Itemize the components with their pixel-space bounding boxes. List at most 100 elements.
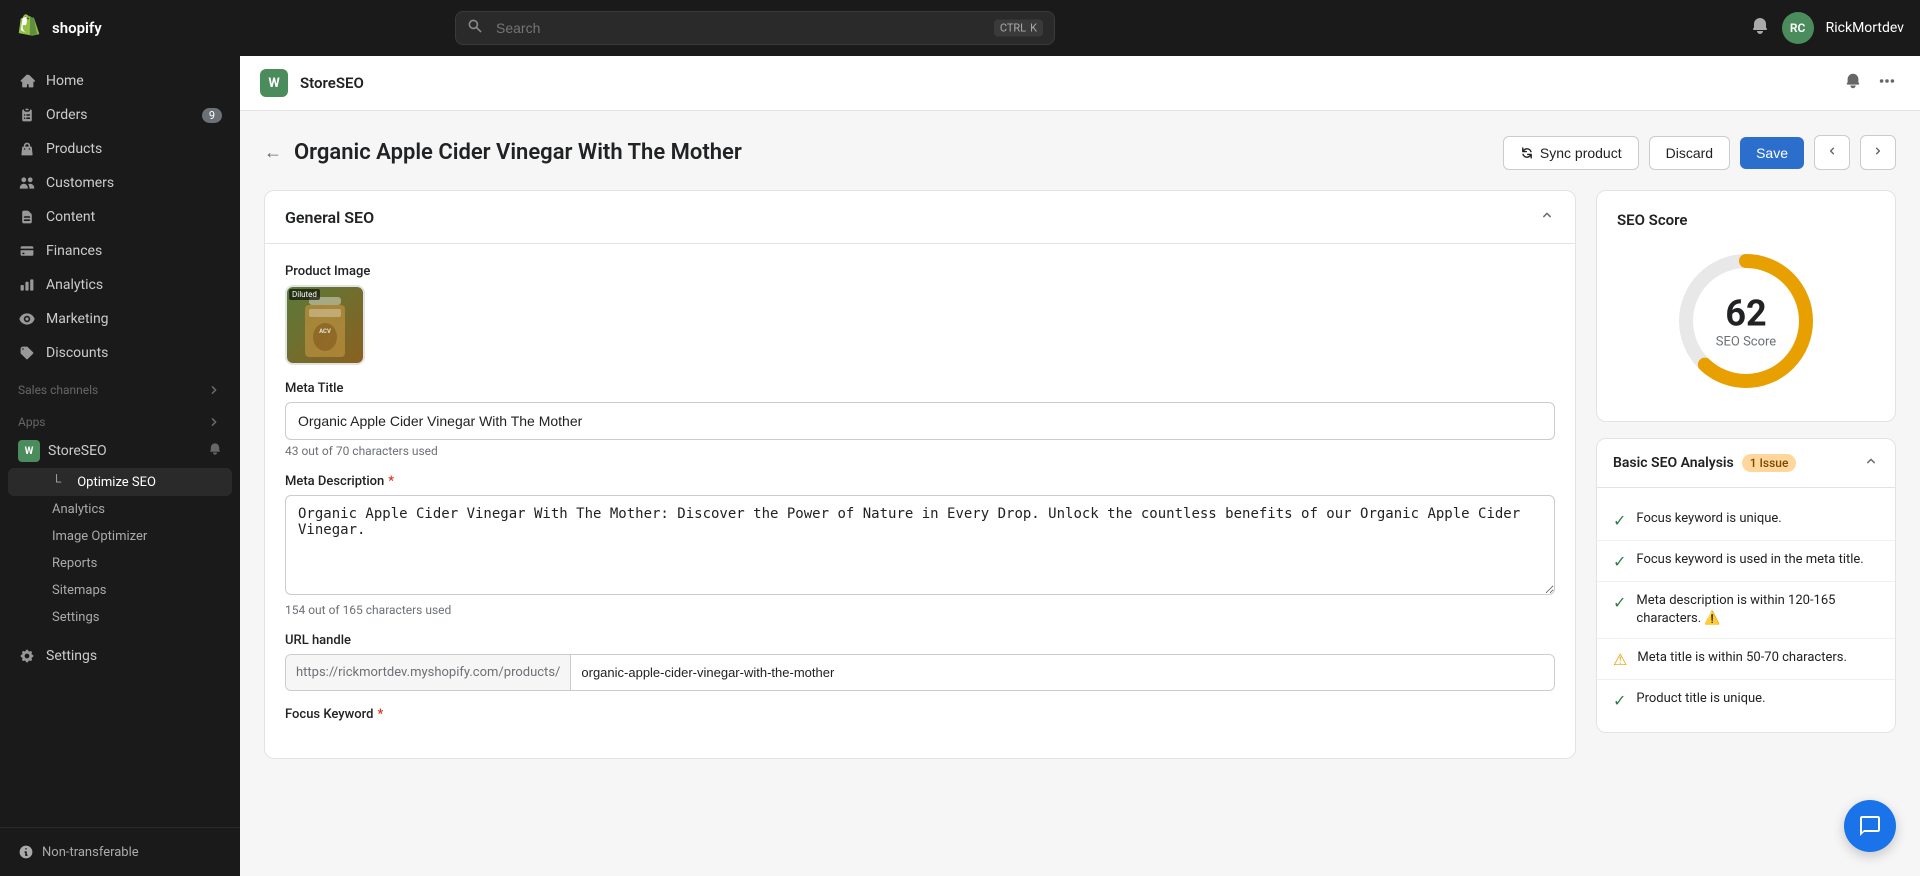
analytics-icon <box>18 276 36 294</box>
analysis-item-1: ✓ Focus keyword is used in the meta titl… <box>1597 541 1895 582</box>
focus-keyword-label: Focus Keyword * <box>285 707 1555 722</box>
analysis-text-4: Product title is unique. <box>1636 690 1765 708</box>
avatar[interactable]: RC <box>1782 12 1814 44</box>
general-seo-body: Product Image Diluted <box>265 244 1575 758</box>
sidebar-item-label: Content <box>46 209 95 225</box>
sidebar-item-analytics[interactable]: Analytics <box>8 268 232 302</box>
check-icon: ✓ <box>1613 593 1626 612</box>
app-bell-icon[interactable] <box>1840 68 1866 98</box>
chat-button[interactable] <box>1844 800 1896 852</box>
orders-badge: 9 <box>202 108 222 123</box>
sync-product-button[interactable]: Sync product <box>1503 136 1639 170</box>
discard-button[interactable]: Discard <box>1649 136 1730 170</box>
notification-bell-icon[interactable] <box>1750 16 1770 40</box>
analysis-item-0: ✓ Focus keyword is unique. <box>1597 500 1895 541</box>
url-value-input[interactable] <box>571 655 1554 690</box>
meta-title-hint: 43 out of 70 characters used <box>285 444 1555 458</box>
sidebar-item-orders[interactable]: Orders 9 <box>8 98 232 132</box>
app-bell-icon <box>208 442 222 460</box>
sidebar-bottom: Non-transferable <box>0 827 240 876</box>
topbar: shopify CTRLK RC RickMortdev <box>0 0 1920 56</box>
search-icon <box>467 18 483 38</box>
prev-button[interactable] <box>1814 135 1850 170</box>
page-header: ← Organic Apple Cider Vinegar With The M… <box>264 135 1896 170</box>
apps-section: Apps <box>8 402 232 434</box>
page-content: ← Organic Apple Cider Vinegar With The M… <box>240 111 1920 876</box>
finances-icon <box>18 242 36 260</box>
search-input[interactable] <box>455 11 1055 45</box>
orders-icon <box>18 106 36 124</box>
analysis-item-3: ⚠ Meta title is within 50-70 characters. <box>1597 639 1895 680</box>
product-image-badge: Diluted <box>289 289 320 300</box>
sub-item-label: Optimize SEO <box>77 475 156 490</box>
sidebar-app-storeseo[interactable]: W StoreSEO <box>8 434 232 468</box>
sidebar-item-label: Products <box>46 141 102 157</box>
sub-item-label: Image Optimizer <box>52 529 147 544</box>
app-header-actions <box>1840 68 1900 98</box>
sub-item-label: Reports <box>52 556 97 571</box>
check-icon: ✓ <box>1613 691 1626 710</box>
app-name: StoreSEO <box>300 74 364 92</box>
sidebar-sub-optimize-seo[interactable]: └ Optimize SEO <box>8 468 232 496</box>
app-more-icon[interactable] <box>1874 68 1900 98</box>
discounts-icon <box>18 344 36 362</box>
sidebar-sub-analytics[interactable]: Analytics <box>8 496 232 523</box>
back-button[interactable]: ← <box>264 142 282 163</box>
analysis-title: Basic SEO Analysis <box>1613 455 1734 471</box>
app-logo-icon: W <box>260 69 288 97</box>
non-transferable-label: Non-transferable <box>42 845 139 860</box>
search-shortcut: CTRLK <box>994 20 1043 37</box>
search-bar[interactable]: CTRLK <box>455 11 1055 45</box>
sidebar-nav: Home Orders 9 Products Customers <box>0 56 240 681</box>
url-prefix: https://rickmortdev.myshopify.com/produc… <box>286 655 571 690</box>
sidebar-item-content[interactable]: Content <box>8 200 232 234</box>
sidebar-item-settings[interactable]: Settings <box>8 639 232 673</box>
save-button[interactable]: Save <box>1740 137 1804 169</box>
storeseo-label: StoreSEO <box>48 443 107 459</box>
product-image[interactable]: Diluted <box>285 285 365 365</box>
seo-score-card: SEO Score 62 <box>1596 190 1896 422</box>
two-col-layout: General SEO Product Image <box>264 190 1896 775</box>
sidebar-sub-sitemaps[interactable]: Sitemaps <box>8 577 232 604</box>
analysis-text-3: Meta title is within 50-70 characters. <box>1637 649 1847 667</box>
meta-description-label: Meta Description * <box>285 474 1555 489</box>
sidebar-item-discounts[interactable]: Discounts <box>8 336 232 370</box>
general-seo-title: General SEO <box>285 208 374 227</box>
analysis-item-2: ✓ Meta description is within 120-165 cha… <box>1597 582 1895 639</box>
product-image-label: Product Image <box>285 264 1555 279</box>
analysis-header: Basic SEO Analysis 1 Issue <box>1597 439 1895 488</box>
meta-description-textarea[interactable] <box>285 495 1555 595</box>
settings-icon <box>18 647 36 665</box>
meta-title-field: Meta Title 43 out of 70 characters used <box>285 381 1555 458</box>
sidebar-item-customers[interactable]: Customers <box>8 166 232 200</box>
analysis-item-4: ✓ Product title is unique. <box>1597 680 1895 720</box>
sidebar-item-label: Home <box>46 73 84 89</box>
url-handle-field: URL handle https://rickmortdev.myshopify… <box>285 633 1555 691</box>
customers-icon <box>18 174 36 192</box>
product-image-field: Product Image Diluted <box>285 264 1555 365</box>
meta-description-hint: 154 out of 165 characters used <box>285 603 1555 617</box>
topbar-right: RC RickMortdev <box>1750 12 1904 44</box>
chat-icon <box>1858 814 1882 838</box>
sync-icon <box>1520 146 1534 160</box>
layout: Home Orders 9 Products Customers <box>0 56 1920 876</box>
meta-title-input[interactable] <box>285 402 1555 440</box>
analysis-text-2: Meta description is within 120-165 chara… <box>1636 592 1879 628</box>
sidebar-item-home[interactable]: Home <box>8 64 232 98</box>
basic-seo-analysis-card: Basic SEO Analysis 1 Issue ✓ Focus keywo… <box>1596 438 1896 733</box>
next-button[interactable] <box>1860 135 1896 170</box>
analysis-text-1: Focus keyword is used in the meta title. <box>1636 551 1863 569</box>
sidebar-item-finances[interactable]: Finances <box>8 234 232 268</box>
sales-channels-section: Sales channels <box>8 370 232 402</box>
sidebar-sub-settings[interactable]: Settings <box>8 604 232 631</box>
analysis-collapse-icon[interactable] <box>1863 453 1879 473</box>
sidebar-item-products[interactable]: Products <box>8 132 232 166</box>
chevron-left-icon <box>1825 144 1839 158</box>
general-seo-card: General SEO Product Image <box>264 190 1576 759</box>
sidebar-sub-reports[interactable]: Reports <box>8 550 232 577</box>
sidebar-item-marketing[interactable]: Marketing <box>8 302 232 336</box>
seo-score-label: SEO Score <box>1716 335 1776 350</box>
sidebar-sub-image-optimizer[interactable]: Image Optimizer <box>8 523 232 550</box>
collapse-icon[interactable] <box>1539 207 1555 227</box>
required-indicator-fk: * <box>377 707 383 722</box>
